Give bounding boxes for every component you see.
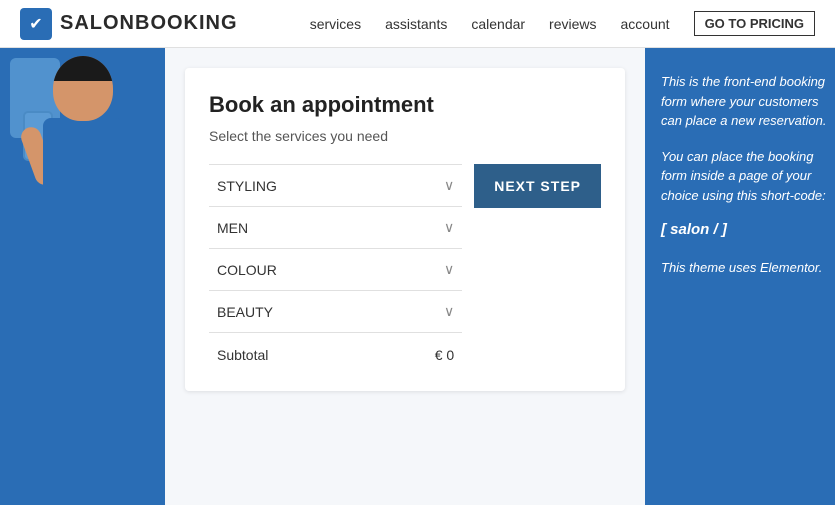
- main-content: Book an appointment Select the services …: [0, 48, 835, 505]
- hero-panel: [0, 48, 165, 505]
- nav-calendar[interactable]: calendar: [471, 16, 525, 32]
- services-and-button: STYLING ∨ MEN ∨ COLOUR ∨ BEAUTY ∨: [209, 164, 601, 367]
- logo-icon: ✔: [20, 8, 52, 40]
- service-name-men: MEN: [217, 220, 248, 236]
- service-item-men[interactable]: MEN ∨: [209, 207, 462, 249]
- info-text-2: You can place the booking form inside a …: [661, 147, 829, 206]
- nav-assistants[interactable]: assistants: [385, 16, 447, 32]
- service-item-beauty[interactable]: BEAUTY ∨: [209, 291, 462, 333]
- person-head: [53, 56, 113, 121]
- service-name-styling: STYLING: [217, 178, 277, 194]
- hero-person: [0, 48, 165, 505]
- chevron-down-icon: ∨: [444, 177, 454, 194]
- person-figure: [23, 56, 143, 236]
- nav-services[interactable]: services: [310, 16, 361, 32]
- shortcode-text: [ salon / ]: [661, 221, 829, 238]
- person-hair: [53, 56, 113, 81]
- info-text-1: This is the front-end booking form where…: [661, 72, 829, 131]
- subtotal-amount: € 0: [435, 347, 454, 363]
- service-name-beauty: BEAUTY: [217, 304, 273, 320]
- person-body: [43, 118, 123, 208]
- service-name-colour: COLOUR: [217, 262, 277, 278]
- info-panel: This is the front-end booking form where…: [645, 48, 835, 505]
- chevron-down-icon: ∨: [444, 261, 454, 278]
- chevron-down-icon: ∨: [444, 219, 454, 236]
- logo-area: ✔ SALONBOOKING: [20, 8, 238, 40]
- next-step-button[interactable]: NEXT STEP: [474, 164, 601, 208]
- nav-account[interactable]: account: [621, 16, 670, 32]
- subtotal-row: Subtotal € 0: [209, 333, 462, 367]
- nav-reviews[interactable]: reviews: [549, 16, 596, 32]
- chevron-down-icon: ∨: [444, 303, 454, 320]
- header: ✔ SALONBOOKING services assistants calen…: [0, 0, 835, 48]
- booking-card: Book an appointment Select the services …: [185, 68, 625, 391]
- pricing-button[interactable]: GO TO PRICING: [694, 11, 815, 36]
- info-text-3: This theme uses Elementor.: [661, 258, 829, 278]
- booking-subtitle: Select the services you need: [209, 128, 601, 144]
- logo-text: SALONBOOKING: [60, 12, 238, 35]
- booking-title: Book an appointment: [209, 92, 601, 118]
- subtotal-label: Subtotal: [217, 347, 268, 363]
- main-nav: services assistants calendar reviews acc…: [310, 11, 815, 36]
- booking-area: Book an appointment Select the services …: [165, 48, 645, 505]
- service-item-colour[interactable]: COLOUR ∨: [209, 249, 462, 291]
- services-list: STYLING ∨ MEN ∨ COLOUR ∨ BEAUTY ∨: [209, 164, 462, 367]
- service-item-styling[interactable]: STYLING ∨: [209, 164, 462, 207]
